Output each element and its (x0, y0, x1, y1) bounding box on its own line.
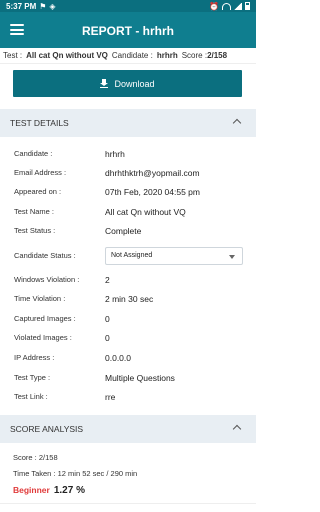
test-details-title: TEST DETAILS (10, 118, 69, 128)
detail-row-windows-violation: Windows Violation : 2 (0, 270, 256, 289)
test-label: Test : (3, 51, 23, 60)
candidate-label: Candidate : (111, 51, 153, 60)
detail-label: Test Name : (14, 207, 55, 216)
signal-icon (234, 2, 242, 10)
detail-row-ip-address: IP Address : 0.0.0.0 (0, 348, 256, 367)
time-taken-line: Time Taken : 12 min 52 sec / 290 min (13, 469, 138, 478)
detail-label: Test Type : (14, 373, 51, 382)
score-value: 2/158 (207, 51, 228, 60)
detail-row-email: Email Address : dhrhthktrh@yopmail.com (0, 163, 256, 182)
detail-value: Complete (105, 225, 142, 236)
detail-row-test-link: Test Link : rre (0, 387, 256, 406)
score-line: Score : 2/158 (13, 453, 58, 462)
detail-label: Test Status : (14, 226, 56, 235)
test-details-header[interactable]: TEST DETAILS (0, 109, 256, 137)
detail-label: Captured Images : (14, 314, 76, 323)
detail-label: IP Address : (14, 353, 55, 362)
alarm-icon: ⏰ (209, 1, 219, 11)
download-icon (100, 79, 109, 88)
detail-value: 0 (105, 332, 110, 343)
score-analysis-title: SCORE ANALYSIS (10, 424, 84, 434)
detail-label: Windows Violation : (14, 275, 80, 284)
status-bar: 5:37 PM ⚑ ◈ ⏰ (0, 0, 256, 12)
grade-label: Beginner (13, 485, 50, 495)
report-summary-bar: Test : All cat Qn without VQ Candidate :… (0, 48, 256, 64)
detail-label: Test Link : (14, 392, 48, 401)
detail-label: Email Address : (14, 168, 67, 177)
chevron-up-icon[interactable] (232, 118, 242, 128)
notification-icon: ⚑ (39, 1, 47, 11)
chevron-up-icon[interactable] (232, 424, 242, 434)
detail-value: dhrhthktrh@yopmail.com (105, 167, 200, 178)
detail-value: All cat Qn without VQ (105, 206, 186, 217)
detail-value: 0 (105, 313, 110, 324)
wifi-icon (222, 2, 231, 10)
status-time: 5:37 PM (6, 1, 37, 11)
score-analysis-header[interactable]: SCORE ANALYSIS (0, 415, 256, 443)
grade-line: Beginner 1.27 % (13, 485, 85, 496)
battery-icon (245, 2, 250, 10)
app-notification-icon: ◈ (49, 1, 56, 11)
score-label: Score : (181, 51, 208, 60)
detail-row-test-type: Test Type : Multiple Questions (0, 368, 256, 387)
bottom-divider (0, 503, 256, 512)
detail-label: Candidate : (14, 149, 53, 158)
detail-row-candidate-status: Candidate Status : Not Assigned (0, 246, 256, 265)
detail-row-time-violation: Time Violation : 2 min 30 sec (0, 289, 256, 308)
detail-value: 2 (105, 274, 110, 285)
candidate-value: hrhrh (156, 51, 178, 60)
detail-label: Appeared on : (14, 187, 62, 196)
detail-value: 07th Feb, 2020 04:55 pm (105, 186, 200, 197)
detail-row-candidate: Candidate : hrhrh (0, 144, 256, 163)
detail-row-captured-images: Captured Images : 0 (0, 309, 256, 328)
page-title: REPORT - hrhrh (82, 24, 174, 38)
download-button[interactable]: Download (13, 70, 242, 97)
detail-row-violated-images: Violated Images : 0 (0, 328, 256, 347)
candidate-status-selected: Not Assigned (111, 252, 153, 259)
download-label: Download (114, 78, 155, 89)
test-value: All cat Qn without VQ (26, 51, 108, 60)
detail-label: Violated Images : (14, 333, 72, 342)
detail-value: rre (105, 391, 116, 402)
candidate-status-select[interactable]: Not Assigned (105, 246, 243, 265)
detail-label: Time Violation : (14, 294, 66, 303)
detail-row-appeared-on: Appeared on : 07th Feb, 2020 04:55 pm (0, 182, 256, 201)
detail-label: Candidate Status : (14, 251, 76, 260)
detail-value: 0.0.0.0 (105, 352, 131, 363)
detail-row-test-name: Test Name : All cat Qn without VQ (0, 202, 256, 221)
detail-value: hrhrh (105, 148, 125, 159)
detail-value: 2 min 30 sec (105, 293, 154, 304)
app-bar: REPORT - hrhrh (0, 12, 256, 48)
grade-percent: 1.27 % (53, 485, 85, 496)
detail-value: Multiple Questions (105, 372, 175, 383)
dropdown-caret-icon (229, 254, 235, 259)
detail-row-test-status: Test Status : Complete (0, 221, 256, 240)
